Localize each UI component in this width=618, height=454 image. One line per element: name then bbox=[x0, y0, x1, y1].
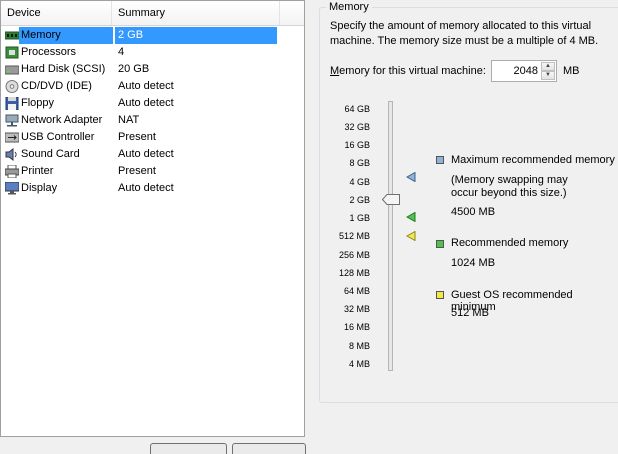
scale-label: 1 GB bbox=[349, 213, 370, 223]
device-row-cd-dvd[interactable]: CD/DVD (IDE) Auto detect bbox=[1, 78, 304, 95]
sound-card-icon bbox=[5, 148, 17, 161]
max-recommended-marker-icon bbox=[406, 172, 416, 182]
memory-spinner[interactable]: ▲ ▼ bbox=[541, 62, 555, 80]
max-recommended-title: Maximum recommended memory bbox=[451, 154, 615, 166]
summary-cell: 2 GB bbox=[115, 27, 277, 44]
device-label: Network Adapter bbox=[21, 114, 103, 126]
printer-icon bbox=[5, 165, 19, 178]
scale-label: 32 GB bbox=[344, 122, 370, 132]
device-rows: Memory 2 GB Processors 4 Hard Disk (SCSI… bbox=[1, 27, 304, 197]
device-row-processors[interactable]: Processors 4 bbox=[1, 44, 304, 61]
guest-minimum-marker-icon bbox=[406, 231, 416, 241]
max-recommended-note-2: occur beyond this size.) bbox=[451, 187, 567, 199]
scale-label: 32 MB bbox=[343, 304, 370, 314]
memory-field-label: Memory for this virtual machine: bbox=[330, 65, 486, 77]
summary-cell: Present bbox=[118, 131, 156, 143]
memory-size-input[interactable]: 2048 ▲ ▼ bbox=[491, 60, 557, 82]
device-label: Display bbox=[21, 182, 58, 194]
device-row-network-adapter[interactable]: Network Adapter NAT bbox=[1, 112, 304, 129]
recommended-title: Recommended memory bbox=[451, 237, 569, 249]
device-label: Memory bbox=[21, 29, 61, 41]
scale-label: 512 MB bbox=[338, 231, 370, 241]
device-row-hard-disk[interactable]: Hard Disk (SCSI) 20 GB bbox=[1, 61, 304, 78]
memory-slider-track[interactable] bbox=[388, 101, 393, 371]
guest-minimum-value: 512 MB bbox=[451, 307, 489, 319]
recommended-marker-icon bbox=[406, 212, 416, 222]
memory-group-title: Memory bbox=[326, 1, 372, 13]
summary-cell: 20 GB bbox=[118, 63, 150, 75]
device-row-memory[interactable]: Memory 2 GB bbox=[1, 27, 304, 44]
summary-cell: Auto detect bbox=[118, 80, 174, 92]
summary-cell: Present bbox=[118, 165, 156, 177]
device-label: Printer bbox=[21, 165, 54, 177]
device-label: Processors bbox=[21, 46, 77, 58]
device-row-sound-card[interactable]: Sound Card Auto detect bbox=[1, 146, 304, 163]
network-adapter-icon bbox=[5, 114, 19, 127]
recommended-swatch bbox=[436, 240, 444, 248]
device-row-display[interactable]: Display Auto detect bbox=[1, 180, 304, 197]
scale-label: 4 MB bbox=[348, 359, 370, 369]
memory-field-label-text: emory for this virtual machine: bbox=[339, 65, 486, 77]
device-label: Floppy bbox=[21, 97, 55, 109]
device-label: Sound Card bbox=[21, 148, 80, 160]
spin-down-button[interactable]: ▼ bbox=[541, 71, 555, 80]
summary-cell: 4 bbox=[118, 46, 125, 58]
scale-label: 2 GB bbox=[349, 195, 370, 205]
recommended-value: 1024 MB bbox=[451, 257, 496, 269]
hard-disk-icon bbox=[5, 65, 19, 75]
display-icon bbox=[5, 182, 19, 195]
max-recommended-value: 4500 MB bbox=[451, 206, 496, 218]
spin-up-button[interactable]: ▲ bbox=[541, 62, 555, 71]
scale-label: 64 GB bbox=[344, 104, 370, 114]
floppy-icon bbox=[5, 97, 19, 110]
summary-cell: Auto detect bbox=[118, 148, 174, 160]
scale-label: 128 MB bbox=[338, 268, 370, 278]
device-label: CD/DVD (IDE) bbox=[21, 80, 92, 92]
list-header: Device Summary bbox=[1, 1, 304, 26]
device-label: Hard Disk (SCSI) bbox=[21, 63, 106, 75]
device-label: USB Controller bbox=[21, 131, 95, 143]
device-row-usb-controller[interactable]: USB Controller Present bbox=[1, 129, 304, 146]
max-recommended-swatch bbox=[436, 156, 444, 164]
guest-minimum-swatch bbox=[436, 291, 444, 299]
summary-cell: Auto detect bbox=[118, 97, 174, 109]
column-header-device[interactable]: Device bbox=[1, 1, 112, 25]
summary-cell: NAT bbox=[118, 114, 140, 126]
cd-dvd-icon bbox=[5, 80, 19, 93]
column-header-summary[interactable]: Summary bbox=[112, 1, 280, 25]
scale-label: 16 MB bbox=[343, 322, 370, 332]
processor-icon bbox=[5, 46, 19, 59]
hardware-device-list[interactable]: Device Summary Memory 2 GB Processors 4 … bbox=[0, 0, 305, 437]
scale-label: 64 MB bbox=[343, 286, 370, 296]
memory-unit: MB bbox=[563, 65, 580, 77]
scale-label: 8 GB bbox=[349, 158, 370, 168]
scale-label: 4 GB bbox=[349, 177, 370, 187]
accelerator-key: M bbox=[330, 65, 340, 77]
summary-cell: Auto detect bbox=[118, 182, 174, 194]
device-row-printer[interactable]: Printer Present bbox=[1, 163, 304, 180]
scale-label: 256 MB bbox=[338, 250, 370, 260]
usb-controller-icon bbox=[5, 132, 19, 143]
scale-label: 8 MB bbox=[348, 341, 370, 351]
scale-label: 16 GB bbox=[344, 140, 370, 150]
memory-description: Specify the amount of memory allocated t… bbox=[330, 20, 599, 47]
device-row-floppy[interactable]: Floppy Auto detect bbox=[1, 95, 304, 112]
memory-slider-thumb[interactable] bbox=[382, 194, 400, 205]
memory-icon bbox=[5, 31, 19, 40]
memory-size-value: 2048 bbox=[513, 65, 538, 77]
